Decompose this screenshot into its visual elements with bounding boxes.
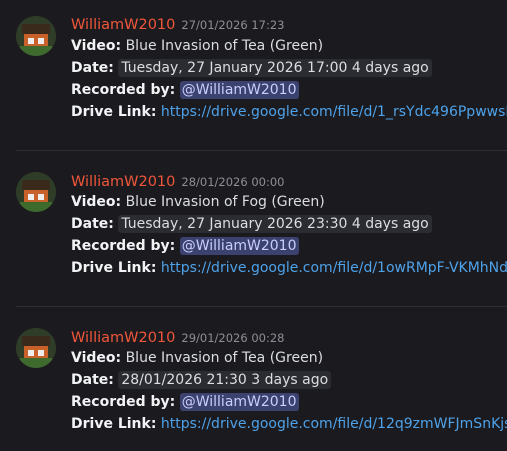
username[interactable]: WilliamW2010 [71, 330, 175, 346]
relative-time: 4 days ago [351, 60, 429, 76]
recorded-label: Recorded by: [71, 238, 176, 254]
video-line: Video: Blue Invasion of Fog (Green) [71, 191, 325, 213]
drive-link[interactable]: https://drive.google.com/file/d/1_rsYdc4… [161, 104, 507, 120]
date-text: 28/01/2026 21:30 [121, 372, 247, 388]
user-mention[interactable]: @WilliamW2010 [179, 393, 299, 411]
date-text: Tuesday, 27 January 2026 23:30 [121, 216, 348, 232]
drive-line: Drive Link: https://drive.google.com/fil… [71, 101, 507, 123]
drive-line: Drive Link: https://drive.google.com/fil… [71, 257, 507, 279]
recorded-line: Recorded by: @WilliamW2010 [71, 235, 299, 257]
user-mention[interactable]: @WilliamW2010 [179, 81, 299, 99]
date-value[interactable]: 28/01/2026 21:30 3 days ago [118, 371, 332, 389]
video-label: Video: [71, 194, 122, 210]
user-avatar[interactable] [16, 16, 56, 56]
video-title: Blue Invasion of Fog (Green) [125, 194, 325, 210]
drive-label: Drive Link: [71, 104, 157, 120]
recorded-line: Recorded by: @WilliamW2010 [71, 79, 299, 101]
date-value[interactable]: Tuesday, 27 January 2026 23:30 4 days ag… [118, 215, 432, 233]
drive-label: Drive Link: [71, 416, 157, 432]
relative-time: 4 days ago [351, 216, 429, 232]
video-title: Blue Invasion of Tea (Green) [125, 38, 324, 54]
date-text: Tuesday, 27 January 2026 17:00 [121, 60, 348, 76]
drive-line: Drive Link: https://drive.google.com/fil… [71, 413, 507, 435]
relative-time: 3 days ago [251, 372, 329, 388]
recorded-label: Recorded by: [71, 394, 176, 410]
username[interactable]: WilliamW2010 [71, 174, 175, 190]
recorded-line: Recorded by: @WilliamW2010 [71, 391, 299, 413]
username[interactable]: WilliamW2010 [71, 17, 175, 33]
message-timestamp: 29/01/2026 00:28 [181, 331, 285, 345]
message-divider [16, 150, 507, 151]
video-label: Video: [71, 38, 122, 54]
date-line: Date: Tuesday, 27 January 2026 23:30 4 d… [71, 213, 432, 235]
video-line: Video: Blue Invasion of Tea (Green) [71, 35, 323, 57]
message-timestamp: 27/01/2026 17:23 [181, 18, 285, 32]
date-label: Date: [71, 372, 114, 388]
drive-link[interactable]: https://drive.google.com/file/d/12q9zmWF… [161, 416, 507, 432]
date-label: Date: [71, 60, 114, 76]
date-line: Date: Tuesday, 27 January 2026 17:00 4 d… [71, 57, 432, 79]
message-divider [16, 306, 507, 307]
user-avatar[interactable] [16, 172, 56, 212]
user-mention[interactable]: @WilliamW2010 [179, 237, 299, 255]
video-title: Blue Invasion of Tea (Green) [125, 350, 324, 366]
drive-link[interactable]: https://drive.google.com/file/d/1owRMpF-… [161, 260, 507, 276]
video-label: Video: [71, 350, 122, 366]
date-value[interactable]: Tuesday, 27 January 2026 17:00 4 days ag… [118, 59, 432, 77]
video-line: Video: Blue Invasion of Tea (Green) [71, 347, 323, 369]
recorded-label: Recorded by: [71, 82, 176, 98]
date-label: Date: [71, 216, 114, 232]
date-line: Date: 28/01/2026 21:30 3 days ago [71, 369, 332, 391]
message-timestamp: 28/01/2026 00:00 [181, 175, 285, 189]
user-avatar[interactable] [16, 328, 56, 368]
drive-label: Drive Link: [71, 260, 157, 276]
